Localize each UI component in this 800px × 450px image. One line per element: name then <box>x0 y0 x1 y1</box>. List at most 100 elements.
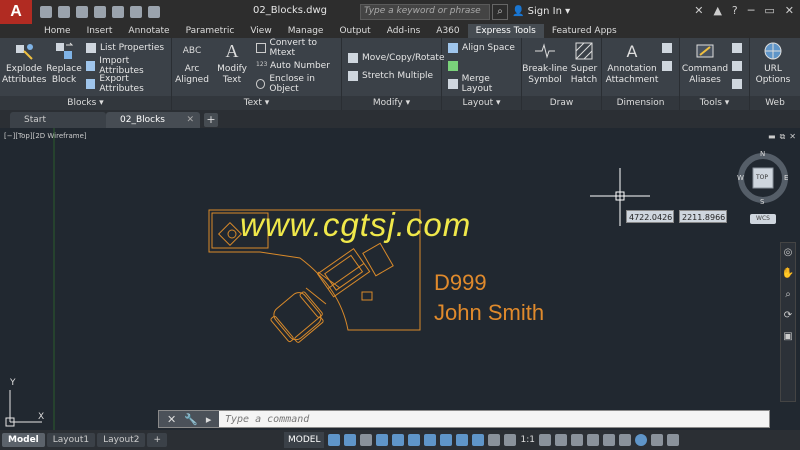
ribbon-tab-output[interactable]: Output <box>331 24 378 38</box>
ribbon-tab-view[interactable]: View <box>242 24 279 38</box>
isodraft-icon[interactable] <box>392 434 405 446</box>
viewcube-west[interactable]: W <box>737 174 744 182</box>
orbit-icon[interactable]: ⟳ <box>784 310 792 321</box>
open-icon[interactable] <box>58 6 70 18</box>
lineweight-icon[interactable] <box>440 434 453 446</box>
viewcube-top-face[interactable]: TOP <box>756 174 768 181</box>
zoom-icon[interactable]: ⌕ <box>785 289 791 300</box>
ribbon-tab-insert[interactable]: Insert <box>79 24 121 38</box>
layout2-tab[interactable]: Layout2 <box>97 433 146 447</box>
ribbon-tab-annotate[interactable]: Annotate <box>120 24 177 38</box>
stretch-multiple-button[interactable]: Stretch Multiple <box>348 68 433 84</box>
minimize-icon[interactable]: ─ <box>748 4 755 17</box>
workspace-gear-icon[interactable] <box>538 434 551 446</box>
print-icon[interactable] <box>112 6 124 18</box>
blocks-doc-tab[interactable]: 02_Blocks ✕ <box>106 112 200 128</box>
ribbon-tab-featured-apps[interactable]: Featured Apps <box>544 24 625 38</box>
binoculars-icon[interactable]: ⌕ <box>492 4 508 20</box>
lock-ui-icon[interactable] <box>602 434 615 446</box>
enclose-in-object-button[interactable]: Enclose in Object <box>256 74 341 94</box>
list-properties-button[interactable]: List Properties <box>86 40 164 56</box>
customize-icon[interactable]: 🔧 <box>184 413 198 426</box>
grid-icon[interactable] <box>328 434 341 446</box>
redo-icon[interactable] <box>148 6 160 18</box>
search-input[interactable]: Type a keyword or phrase <box>360 4 490 20</box>
object-snap-icon[interactable] <box>424 434 437 446</box>
auto-scale-icon[interactable] <box>504 434 517 446</box>
move-copy-rotate-button[interactable]: Move/Copy/Rotate <box>348 50 445 66</box>
close-tab-icon[interactable]: ✕ <box>186 112 194 128</box>
super-hatch-button[interactable]: Super Hatch <box>566 40 602 86</box>
arc-aligned-button[interactable]: ABC Arc Aligned <box>172 40 212 86</box>
blocks-panel-label[interactable]: Blocks ▾ <box>0 96 171 110</box>
viewcube-south[interactable]: S <box>760 198 764 206</box>
ribbon-tab-add-ins[interactable]: Add-ins <box>379 24 429 38</box>
coord-x-input[interactable]: 4722.0426 <box>626 210 674 223</box>
close-command-line-icon[interactable]: ✕ <box>167 413 176 426</box>
a360-icon[interactable]: ▲ <box>713 4 721 17</box>
viewcube-east[interactable]: E <box>784 174 788 182</box>
selection-cycling-icon[interactable] <box>472 434 485 446</box>
layout-panel-label[interactable]: Layout ▾ <box>442 96 521 110</box>
dimension-tool-button-1[interactable] <box>662 40 672 56</box>
new-tab-button[interactable]: + <box>204 113 218 127</box>
modify-text-button[interactable]: A Modify Text <box>210 40 254 86</box>
hardware-acceleration-icon[interactable] <box>634 434 647 446</box>
auto-number-button[interactable]: 123 Auto Number <box>256 58 330 74</box>
coord-y-input[interactable]: 2211.8966 <box>679 210 727 223</box>
viewcube-north[interactable]: N <box>760 150 765 158</box>
url-options-button[interactable]: URL Options <box>750 40 796 86</box>
drawing-viewport[interactable]: [−][Top][2D Wireframe] ▬ ⧉ ✕ www.cgtsj.c… <box>0 128 800 430</box>
help-icon[interactable]: ? <box>732 4 738 17</box>
pan-icon[interactable]: ✋ <box>782 268 794 279</box>
explode-attributes-button[interactable]: Explode Attributes <box>2 40 46 86</box>
snap-icon[interactable] <box>344 434 357 446</box>
command-line[interactable]: ✕ 🔧 ▸ Type a command <box>158 410 770 428</box>
tools-button-3[interactable] <box>732 76 742 92</box>
layout1-tab[interactable]: Layout1 <box>46 433 96 447</box>
break-line-symbol-button[interactable]: Break-line Symbol <box>522 40 568 86</box>
ribbon-tab-express-tools[interactable]: Express Tools <box>467 24 544 38</box>
tools-panel-label[interactable]: Tools ▾ <box>680 96 749 110</box>
undo-icon[interactable] <box>130 6 142 18</box>
sign-in-button[interactable]: 👤 Sign In ▾ <box>512 6 570 17</box>
start-tab[interactable]: Start <box>10 112 106 128</box>
customization-icon[interactable] <box>666 434 679 446</box>
maximize-icon[interactable]: ▭ <box>764 4 774 17</box>
application-menu-button[interactable]: A <box>0 0 32 24</box>
export-attributes-button[interactable]: Export Attributes <box>86 74 171 94</box>
dimension-tool-button-2[interactable] <box>662 58 672 74</box>
new-layout-button[interactable]: + <box>147 433 167 447</box>
wcs-menu[interactable]: WCS <box>750 214 776 224</box>
exchange-icon[interactable]: ✕ <box>694 4 703 17</box>
close-icon[interactable]: ✕ <box>785 4 794 17</box>
clean-screen-icon[interactable] <box>650 434 663 446</box>
annotation-monitor-icon[interactable] <box>554 434 567 446</box>
annotation-scale[interactable]: 1:1 <box>520 435 534 445</box>
command-aliases-button[interactable]: Command Aliases <box>680 40 730 86</box>
align-space-button[interactable]: Align Space <box>448 40 515 56</box>
units-icon[interactable] <box>570 434 583 446</box>
transparency-icon[interactable] <box>456 434 469 446</box>
object-snap-tracking-icon[interactable] <box>408 434 421 446</box>
polar-icon[interactable] <box>376 434 389 446</box>
tools-button-1[interactable] <box>732 40 742 56</box>
model-tab[interactable]: Model <box>2 433 45 447</box>
command-input[interactable]: Type a command <box>219 414 309 425</box>
merge-layout-button[interactable]: Merge Layout <box>448 74 521 94</box>
annotation-attachment-button[interactable]: A Annotation Attachment <box>604 40 660 86</box>
recent-commands-icon[interactable]: ▸ <box>206 413 212 426</box>
annotation-visibility-icon[interactable] <box>488 434 501 446</box>
save-as-icon[interactable] <box>94 6 106 18</box>
quick-properties-icon[interactable] <box>586 434 599 446</box>
ribbon-tab-parametric[interactable]: Parametric <box>178 24 243 38</box>
ribbon-tab-manage[interactable]: Manage <box>280 24 332 38</box>
import-attributes-button[interactable]: Import Attributes <box>86 56 171 76</box>
isolate-objects-icon[interactable] <box>618 434 631 446</box>
model-space-button[interactable]: MODEL <box>284 432 325 448</box>
tools-button-2[interactable] <box>732 58 742 74</box>
ribbon-tab-a360[interactable]: A360 <box>428 24 467 38</box>
modify-panel-label[interactable]: Modify ▾ <box>342 96 441 110</box>
convert-to-mtext-button[interactable]: Convert to Mtext <box>256 38 341 58</box>
ribbon-tab-home[interactable]: Home <box>36 24 79 38</box>
